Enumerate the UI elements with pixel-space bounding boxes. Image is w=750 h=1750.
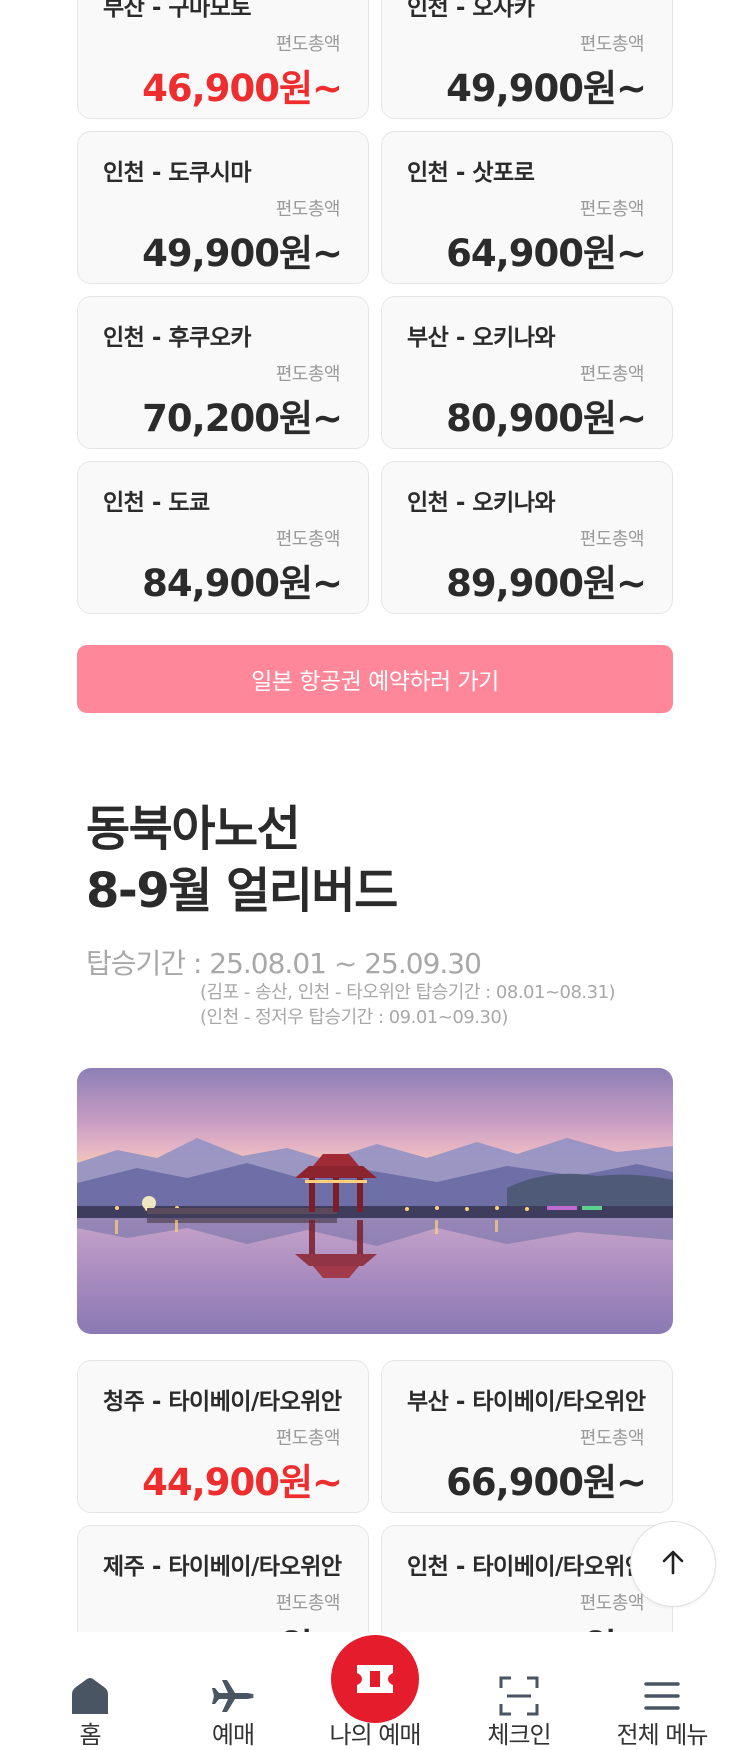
section-title-line2: 8-9월 얼리버드 — [86, 863, 398, 919]
price-caption: 편도총액 — [275, 34, 341, 55]
promo-banner-image[interactable] — [77, 1068, 673, 1334]
route-card[interactable]: 부산 - 구마모토 편도총액 46,900원~ — [77, 0, 369, 119]
price-caption: 편도총액 — [579, 199, 645, 220]
route-price: 46,900원~ — [142, 67, 343, 110]
route-card[interactable]: 인천 - 도쿠시마 편도총액 49,900원~ — [77, 131, 369, 284]
tab-label: 체크인 — [487, 1721, 551, 1749]
ticket-icon — [331, 1635, 419, 1723]
bottom-tab-bar: 홈 예매 나의 예매 체크인 전체 메뉴 — [0, 1632, 750, 1750]
price-caption: 편도총액 — [579, 34, 645, 55]
route-price: 49,900원~ — [446, 67, 647, 110]
price-caption: 편도총액 — [275, 529, 341, 550]
scan-icon — [495, 1672, 543, 1720]
price-caption: 편도총액 — [579, 1428, 645, 1449]
japan-routes-grid: 부산 - 구마모토 편도총액 46,900원~ 인천 - 오사카 편도총액 49… — [77, 0, 673, 614]
tab-label: 전체 메뉴 — [616, 1721, 709, 1749]
route-name: 청주 - 타이베이/타오위안 — [103, 1389, 342, 1415]
route-card[interactable]: 인천 - 오사카 편도총액 49,900원~ — [381, 0, 673, 119]
tab-my-booking[interactable]: 나의 예매 — [300, 1632, 450, 1750]
price-caption: 편도총액 — [579, 529, 645, 550]
route-price: 49,900원~ — [142, 232, 343, 275]
tab-home[interactable]: 홈 — [15, 1632, 165, 1750]
price-caption: 편도총액 — [275, 1593, 341, 1614]
route-card[interactable]: 청주 - 타이베이/타오위안 편도총액 44,900원~ — [77, 1360, 369, 1513]
route-card[interactable]: 인천 - 도쿄 편도총액 84,900원~ — [77, 461, 369, 614]
route-price: 80,900원~ — [446, 397, 647, 440]
route-price: 66,900원~ — [446, 1461, 647, 1504]
route-price: 64,900원~ — [446, 232, 647, 275]
route-name: 인천 - 도쿄 — [103, 490, 210, 516]
route-name: 제주 - 타이베이/타오위안 — [103, 1554, 342, 1580]
tab-checkin[interactable]: 체크인 — [444, 1632, 594, 1750]
route-card[interactable]: 인천 - 후쿠오카 편도총액 70,200원~ — [77, 296, 369, 449]
route-name: 인천 - 후쿠오카 — [103, 325, 252, 351]
route-card[interactable]: 부산 - 오키나와 편도총액 80,900원~ — [381, 296, 673, 449]
scroll-top-button[interactable] — [630, 1521, 716, 1607]
route-name: 인천 - 오사카 — [407, 0, 535, 21]
route-name: 부산 - 오키나와 — [407, 325, 556, 351]
tab-booking[interactable]: 예매 — [158, 1632, 308, 1750]
tab-label: 나의 예매 — [329, 1721, 422, 1749]
route-price: 84,900원~ — [142, 562, 343, 605]
plane-icon — [209, 1672, 257, 1720]
route-price: 44,900원~ — [142, 1461, 343, 1504]
route-name: 인천 - 오키나와 — [407, 490, 556, 516]
tab-label: 예매 — [211, 1721, 255, 1749]
menu-icon — [638, 1672, 686, 1720]
boarding-period-note: (인천 - 정저우 탑승기간 : 09.01~09.30) — [200, 1007, 508, 1028]
japan-booking-button[interactable]: 일본 항공권 예약하러 가기 — [77, 645, 673, 713]
route-name: 부산 - 타이베이/타오위안 — [407, 1389, 646, 1415]
price-caption: 편도총액 — [275, 199, 341, 220]
boarding-period-note: (김포 - 송산, 인천 - 타오위안 탑승기간 : 08.01~08.31) — [200, 982, 616, 1003]
route-name: 인천 - 타이베이/타오위안 — [407, 1554, 646, 1580]
route-name: 인천 - 삿포로 — [407, 160, 535, 186]
price-caption: 편도총액 — [579, 364, 645, 385]
route-card[interactable]: 인천 - 오키나와 편도총액 89,900원~ — [381, 461, 673, 614]
taiwan-routes-grid: 청주 - 타이베이/타오위안 편도총액 44,900원~ 부산 - 타이베이/타… — [77, 1360, 673, 1678]
section-title-line1: 동북아노선 — [86, 801, 301, 857]
price-caption: 편도총액 — [579, 1593, 645, 1614]
arrow-up-icon — [657, 1546, 689, 1582]
route-card[interactable]: 부산 - 타이베이/타오위안 편도총액 66,900원~ — [381, 1360, 673, 1513]
route-price: 70,200원~ — [142, 397, 343, 440]
route-name: 부산 - 구마모토 — [103, 0, 252, 21]
boarding-period: 탑승기간 : 25.08.01 ~ 25.09.30 — [86, 947, 482, 980]
section-title: 동북아노선 8-9월 얼리버드 — [86, 798, 398, 922]
tab-label: 홈 — [79, 1721, 101, 1749]
tab-all-menu[interactable]: 전체 메뉴 — [587, 1632, 737, 1750]
route-price: 89,900원~ — [446, 562, 647, 605]
route-card[interactable]: 인천 - 삿포로 편도총액 64,900원~ — [381, 131, 673, 284]
price-caption: 편도총액 — [275, 364, 341, 385]
route-name: 인천 - 도쿠시마 — [103, 160, 252, 186]
price-caption: 편도총액 — [275, 1428, 341, 1449]
home-icon — [66, 1672, 114, 1720]
